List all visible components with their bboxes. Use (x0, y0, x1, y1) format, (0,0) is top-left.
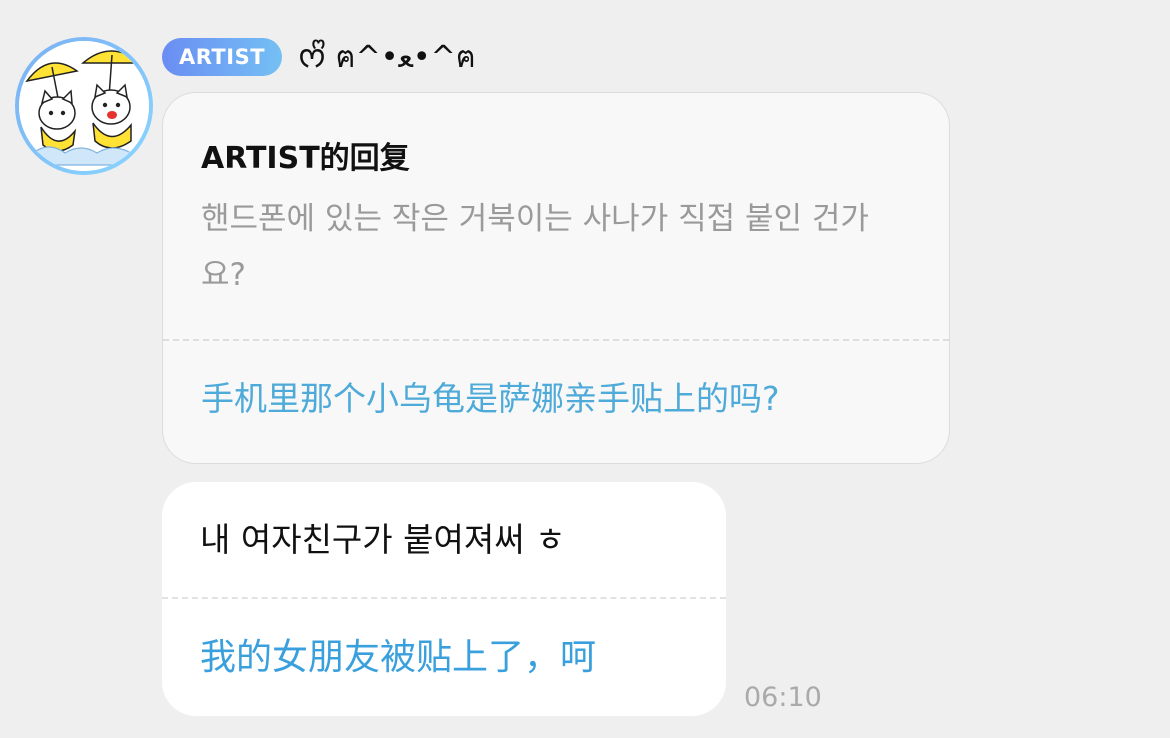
message-text: 내 여자친구가 붙여져써 ㅎ (200, 520, 566, 559)
reply-title: ARTIST的回复 (201, 141, 410, 176)
quoted-original-text: 핸드폰에 있는 작은 거북이는 사나가 직접 붙인 건가요? (201, 201, 869, 293)
quoted-reply-card[interactable]: ARTIST的回复 핸드폰에 있는 작은 거북이는 사나가 직접 붙인 건가요?… (162, 92, 950, 464)
artist-badge: ARTIST (162, 38, 282, 76)
reply-divider (163, 339, 949, 341)
message-divider (162, 597, 726, 599)
quoted-translation-text: 手机里那个小乌龟是萨娜亲手贴上的吗? (201, 379, 780, 418)
message-translation: 我的女朋友被贴上了，呵 (200, 637, 597, 678)
message-bubble[interactable]: 내 여자친구가 붙여져써 ㅎ 我的女朋友被贴上了，呵 (162, 482, 726, 716)
message-timestamp: 06:10 (744, 682, 822, 713)
sender-avatar[interactable] (15, 37, 153, 175)
sender-name[interactable]: ᰔᩚ ฅ^•ﻌ•^ฅ (298, 36, 476, 80)
cartoon-kittens-avatar-icon (19, 41, 149, 171)
